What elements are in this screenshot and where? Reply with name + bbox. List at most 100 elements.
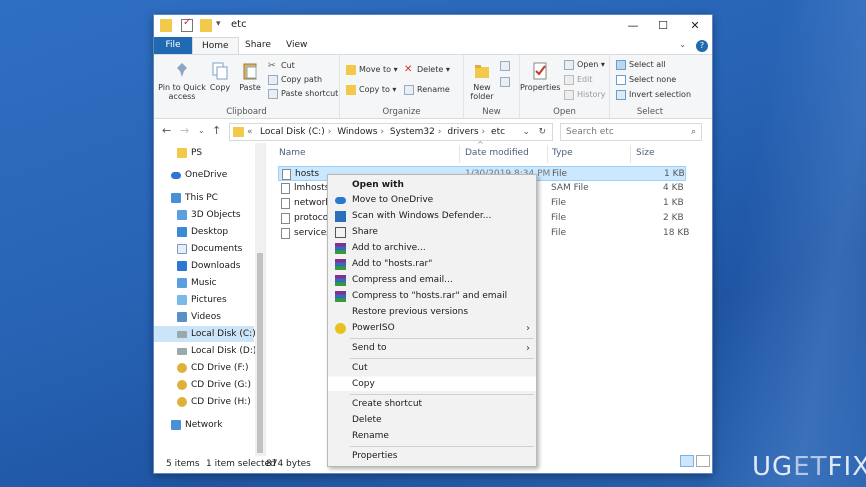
column-size[interactable]: Size	[636, 148, 654, 158]
menu-item-poweriso[interactable]: PowerISO ›	[328, 321, 536, 336]
sidebar-item-local-disk-c[interactable]: Local Disk (C:)	[154, 326, 256, 342]
file-type: SAM File	[551, 183, 589, 193]
forward-arrow-icon[interactable]: →	[180, 124, 189, 137]
menu-item-properties[interactable]: Properties	[328, 449, 536, 464]
tab-home[interactable]: Home	[192, 37, 239, 55]
new-folder-button[interactable]: New folder	[468, 61, 496, 101]
chevron-right-icon[interactable]: ›	[380, 124, 384, 140]
recent-locations-icon[interactable]: ⌄	[198, 126, 205, 135]
refresh-icon[interactable]: ↻	[538, 124, 546, 140]
sidebar-item-desktop[interactable]: Desktop	[154, 224, 254, 240]
select-none-button[interactable]: Select none	[616, 73, 676, 87]
tab-file[interactable]: File	[154, 37, 192, 55]
menu-item-add-to-hosts-rar[interactable]: Add to "hosts.rar"	[328, 257, 536, 272]
move-to-button[interactable]: Move to ▾	[346, 63, 398, 77]
copy-path-button[interactable]: Copy path	[268, 73, 322, 87]
menu-item-compress-and-email[interactable]: Compress and email...	[328, 273, 536, 288]
column-divider[interactable]	[630, 145, 631, 163]
maximize-button[interactable]: ☐	[648, 15, 678, 37]
column-type[interactable]: Type	[552, 148, 573, 158]
edit-button[interactable]: Edit	[564, 73, 593, 87]
address-overflow[interactable]: «	[247, 124, 253, 140]
column-date-modified[interactable]: Date modified	[465, 148, 529, 158]
breadcrumb-windows[interactable]: Windows	[337, 124, 377, 140]
sidebar-item-cd-drive-h[interactable]: CD Drive (H:)	[154, 394, 254, 410]
chevron-right-icon[interactable]: ›	[482, 124, 486, 140]
menu-item-delete[interactable]: Delete	[328, 413, 536, 428]
properties-button[interactable]: Properties	[520, 61, 560, 92]
invert-selection-button[interactable]: Invert selection	[616, 88, 691, 102]
up-arrow-icon[interactable]: ↑	[212, 124, 221, 137]
minimize-button[interactable]: —	[618, 15, 648, 37]
easy-access-button[interactable]	[500, 75, 513, 89]
menu-item-share[interactable]: Share	[328, 225, 536, 240]
menu-item-label: Add to archive...	[352, 243, 426, 253]
select-all-button[interactable]: Select all	[616, 58, 666, 72]
help-icon[interactable]: ?	[696, 40, 708, 52]
large-icons-view-icon[interactable]	[696, 455, 710, 467]
menu-item-scan-defender[interactable]: Scan with Windows Defender...	[328, 209, 536, 224]
sidebar-item-downloads[interactable]: Downloads	[154, 258, 254, 274]
chevron-right-icon[interactable]: ›	[438, 124, 442, 140]
paste-shortcut-button[interactable]: Paste shortcut	[268, 87, 338, 101]
column-divider[interactable]	[459, 145, 460, 163]
menu-item-restore-previous-versions[interactable]: Restore previous versions	[328, 305, 536, 320]
sidebar-item-onedrive[interactable]: OneDrive	[154, 167, 254, 183]
tab-share[interactable]: Share	[236, 37, 280, 55]
properties-quick-icon[interactable]	[181, 17, 193, 32]
breadcrumb-etc[interactable]: etc	[491, 124, 505, 140]
breadcrumb-local-disk[interactable]: Local Disk (C:)	[260, 124, 325, 140]
sidebar-item-documents[interactable]: Documents	[154, 241, 254, 257]
back-arrow-icon[interactable]: ←	[162, 124, 171, 137]
delete-button[interactable]: ✕ Delete ▾	[404, 63, 450, 77]
tab-view[interactable]: View	[277, 37, 316, 55]
chevron-right-icon[interactable]: ›	[328, 124, 332, 140]
column-divider[interactable]	[547, 145, 548, 163]
sidebar-item-cd-drive-g[interactable]: CD Drive (G:)	[154, 377, 254, 393]
menu-item-send-to[interactable]: Send to ›	[328, 341, 536, 356]
ribbon-collapse-icon[interactable]: ⌄	[679, 40, 686, 49]
copy-icon	[212, 62, 228, 80]
menu-item-open-with[interactable]: Open with	[328, 178, 536, 193]
sidebar-item-pictures[interactable]: Pictures	[154, 292, 254, 308]
search-input[interactable]: Search etc ⌕	[560, 123, 702, 141]
sidebar-item-3d-objects[interactable]: 3D Objects	[154, 207, 254, 223]
title-bar[interactable]: ▾ etc — ☐ ✕	[154, 15, 712, 37]
sidebar-item-music[interactable]: Music	[154, 275, 254, 291]
breadcrumb-drivers[interactable]: drivers	[447, 124, 478, 140]
sidebar-item-this-pc[interactable]: This PC	[154, 190, 254, 206]
rename-button[interactable]: Rename	[404, 83, 450, 97]
new-item-button[interactable]	[500, 59, 513, 73]
sidebar-item-ps[interactable]: PS	[154, 145, 254, 161]
pin-to-quick-access-button[interactable]: Pin to Quick access	[157, 61, 207, 101]
menu-item-move-to-onedrive[interactable]: Move to OneDrive	[328, 193, 536, 208]
chevron-down-icon[interactable]: ⌄	[522, 124, 530, 140]
details-view-icon[interactable]	[680, 455, 694, 467]
menu-item-copy[interactable]: Copy	[328, 376, 536, 391]
menu-item-create-shortcut[interactable]: Create shortcut	[328, 397, 536, 412]
paste-button[interactable]: Paste	[236, 61, 264, 92]
column-name[interactable]: Name	[279, 148, 306, 158]
close-button[interactable]: ✕	[680, 15, 710, 37]
sidebar-item-cd-drive-f[interactable]: CD Drive (F:)	[154, 360, 254, 376]
new-folder-quick-icon[interactable]	[200, 19, 212, 32]
history-button[interactable]: History	[564, 88, 605, 102]
scrollbar-thumb[interactable]	[257, 253, 263, 453]
navigation-scrollbar[interactable]	[255, 143, 265, 456]
sidebar-item-label: 3D Objects	[191, 210, 241, 220]
menu-item-rename[interactable]: Rename	[328, 429, 536, 444]
customize-quick-access-icon[interactable]: ▾	[216, 19, 221, 29]
menu-item-compress-to-hosts-rar-email[interactable]: Compress to "hosts.rar" and email	[328, 289, 536, 304]
open-button[interactable]: Open ▾	[564, 58, 605, 72]
address-bar[interactable]: « Local Disk (C:) › Windows › System32 › dr…	[229, 123, 553, 141]
sidebar-item-videos[interactable]: Videos	[154, 309, 254, 325]
menu-item-add-to-archive[interactable]: Add to archive...	[328, 241, 536, 256]
breadcrumb-system32[interactable]: System32	[390, 124, 435, 140]
cut-button[interactable]: ✂ Cut	[268, 59, 295, 73]
copy-to-button[interactable]: Copy to ▾	[346, 83, 396, 97]
sidebar-item-network[interactable]: Network	[154, 417, 254, 433]
menu-item-cut[interactable]: Cut	[328, 361, 536, 376]
sidebar-item-label: Local Disk (D:)	[191, 346, 257, 356]
sidebar-item-local-disk-d[interactable]: Local Disk (D:)	[154, 343, 257, 359]
copy-button[interactable]: Copy	[206, 61, 234, 92]
